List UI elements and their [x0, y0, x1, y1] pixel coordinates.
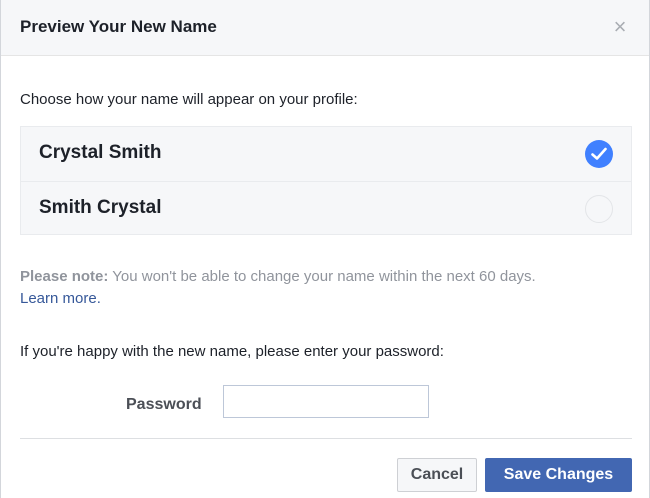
note-label: Please note:: [20, 268, 109, 285]
name-change-note: Please note: You won't be able to change…: [20, 266, 632, 310]
close-icon[interactable]: ×: [609, 14, 631, 40]
dialog-title: Preview Your New Name: [20, 17, 217, 36]
password-input[interactable]: [223, 385, 429, 418]
instruction-text: Choose how your name will appear on your…: [20, 91, 358, 108]
name-option-label: Crystal Smith: [39, 142, 162, 163]
checkmark-icon[interactable]: [585, 140, 613, 168]
note-text: You won't be able to change your name wi…: [108, 268, 536, 285]
name-option-label: Smith Crystal: [39, 197, 162, 218]
dialog-header: Preview Your New Name ×: [1, 0, 649, 56]
name-options-list: Crystal Smith Smith Crystal: [20, 126, 632, 235]
learn-more-link[interactable]: Learn more.: [20, 290, 101, 307]
save-changes-button[interactable]: Save Changes: [485, 458, 632, 492]
preview-name-dialog: Preview Your New Name × Choose how your …: [0, 0, 650, 498]
cancel-button[interactable]: Cancel: [397, 458, 477, 492]
password-prompt: If you're happy with the new name, pleas…: [20, 343, 444, 360]
password-label: Password: [126, 396, 202, 413]
radio-icon[interactable]: [585, 195, 613, 223]
footer-divider: [20, 438, 632, 439]
name-option-crystal-smith[interactable]: Crystal Smith: [21, 127, 631, 181]
name-option-smith-crystal[interactable]: Smith Crystal: [21, 181, 631, 235]
